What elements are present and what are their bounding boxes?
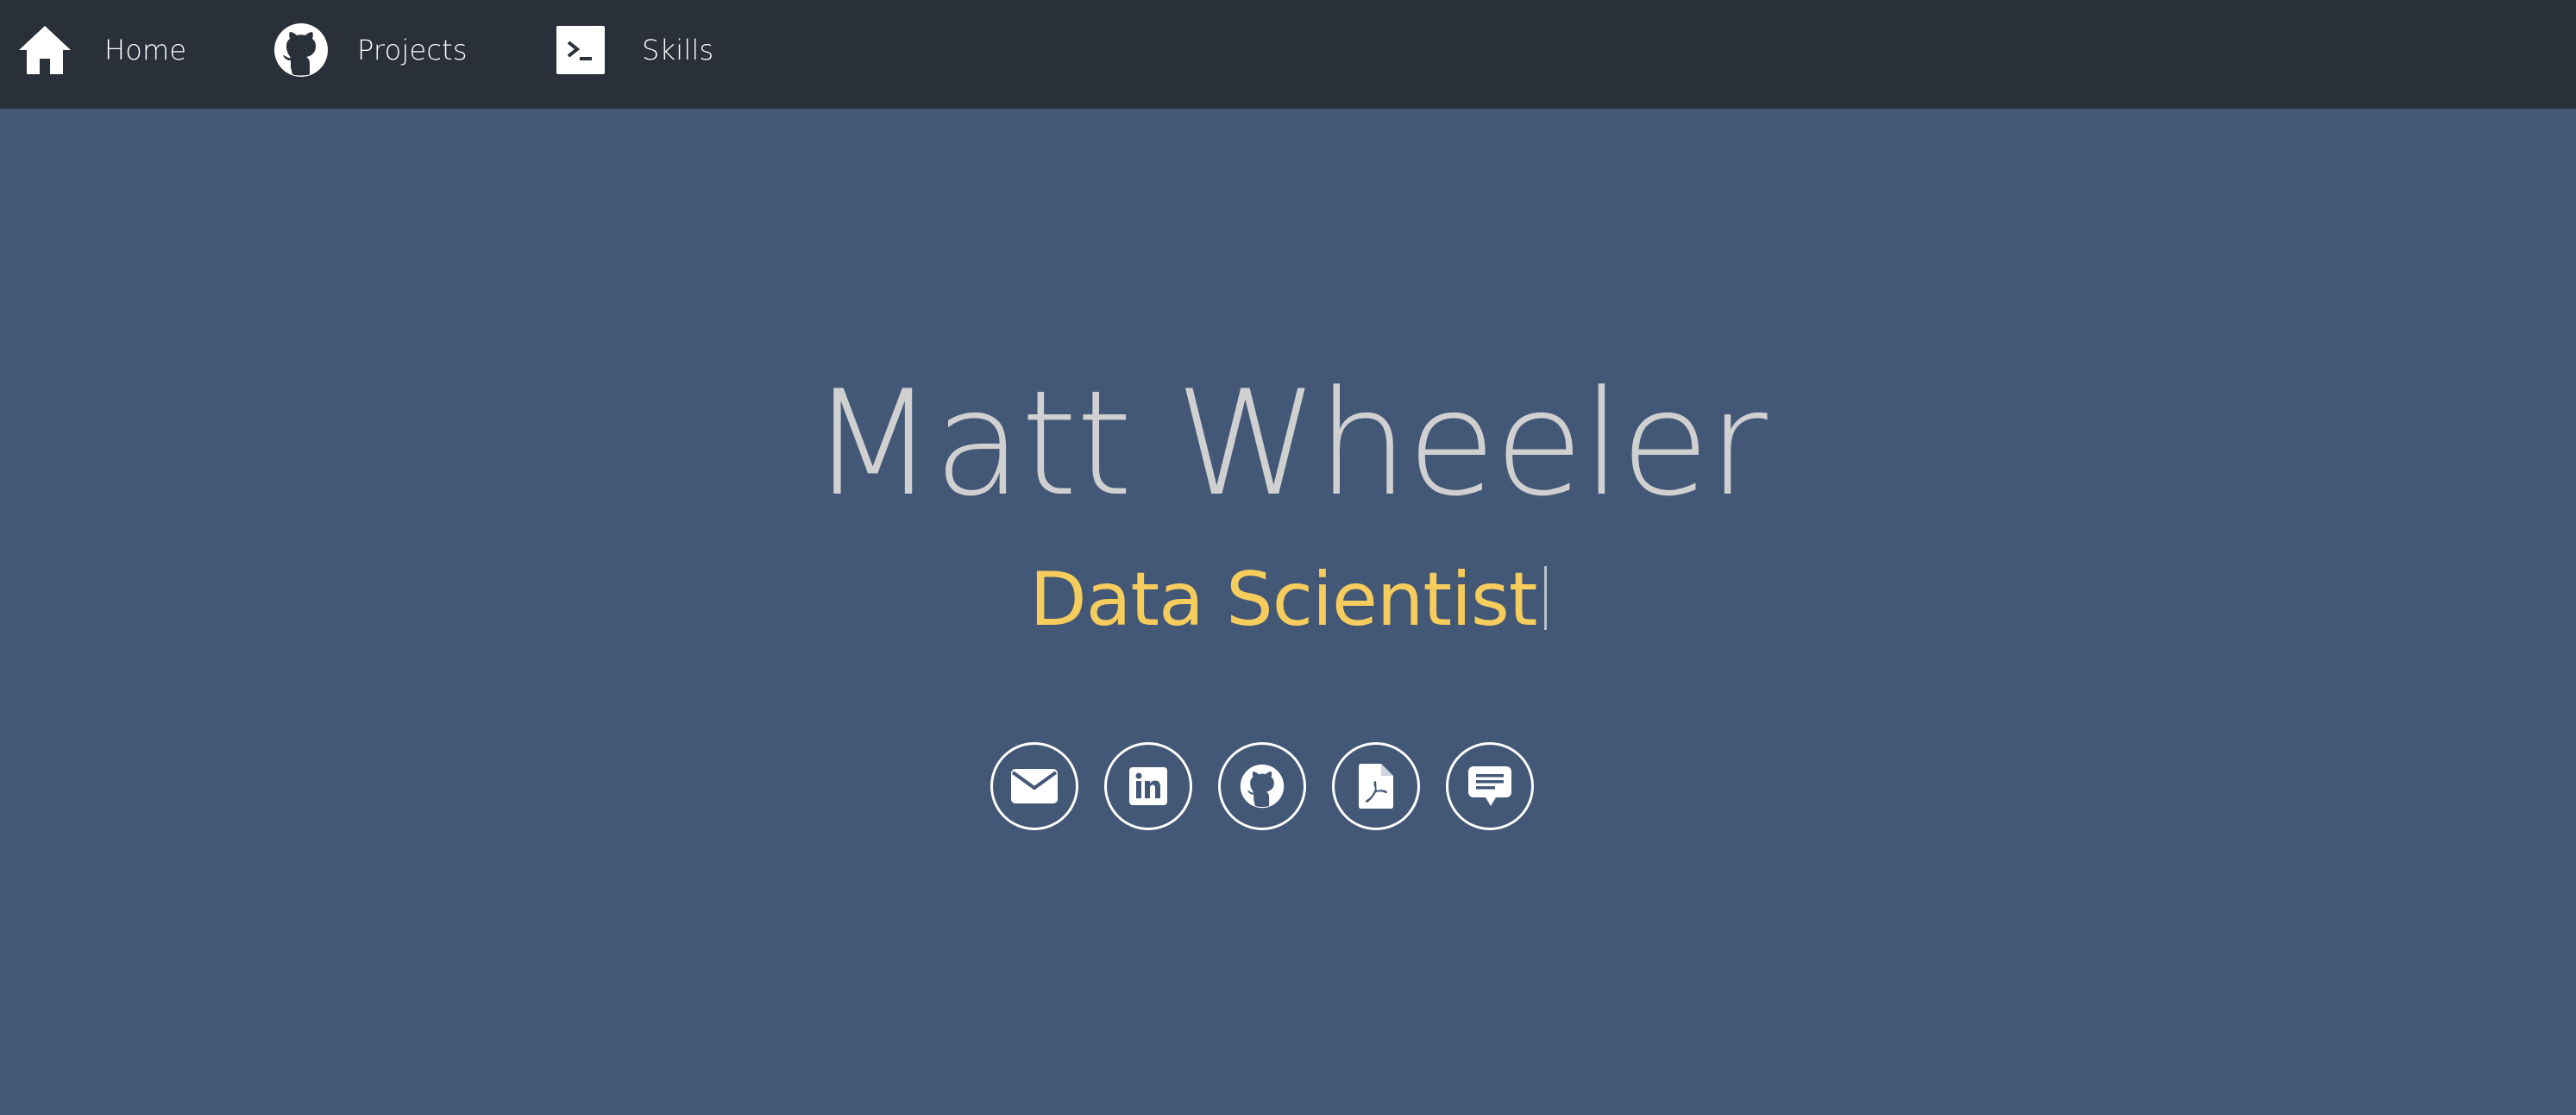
email-button[interactable] xyxy=(990,742,1078,830)
nav-item-home[interactable]: Home xyxy=(16,0,186,100)
social-links xyxy=(990,742,1534,830)
envelope-icon xyxy=(1011,769,1058,803)
terminal-icon xyxy=(552,22,609,79)
linkedin-icon xyxy=(1129,767,1167,805)
chat-icon xyxy=(1468,765,1511,808)
nav-item-skills[interactable]: Skills xyxy=(552,0,713,100)
resume-pdf-button[interactable] xyxy=(1332,742,1420,830)
nav-label-skills: Skills xyxy=(642,34,714,66)
typing-cursor xyxy=(1543,566,1547,630)
hero-name: Matt Wheeler xyxy=(810,359,1767,528)
top-navbar: Home Projects Skills xyxy=(0,0,2576,109)
pdf-file-icon xyxy=(1359,764,1393,809)
message-button[interactable] xyxy=(1446,742,1534,830)
github-button[interactable] xyxy=(1218,742,1306,830)
nav-item-projects[interactable]: Projects xyxy=(273,0,468,100)
linkedin-button[interactable] xyxy=(1104,742,1192,830)
github-icon xyxy=(273,22,330,79)
hero-role-text: Data Scientist xyxy=(1029,557,1538,643)
hero-role-line: Data Scientist xyxy=(0,563,2576,637)
home-icon xyxy=(16,22,73,79)
nav-label-home: Home xyxy=(104,34,187,66)
github-icon xyxy=(1240,764,1285,809)
nav-label-projects: Projects xyxy=(357,34,468,66)
